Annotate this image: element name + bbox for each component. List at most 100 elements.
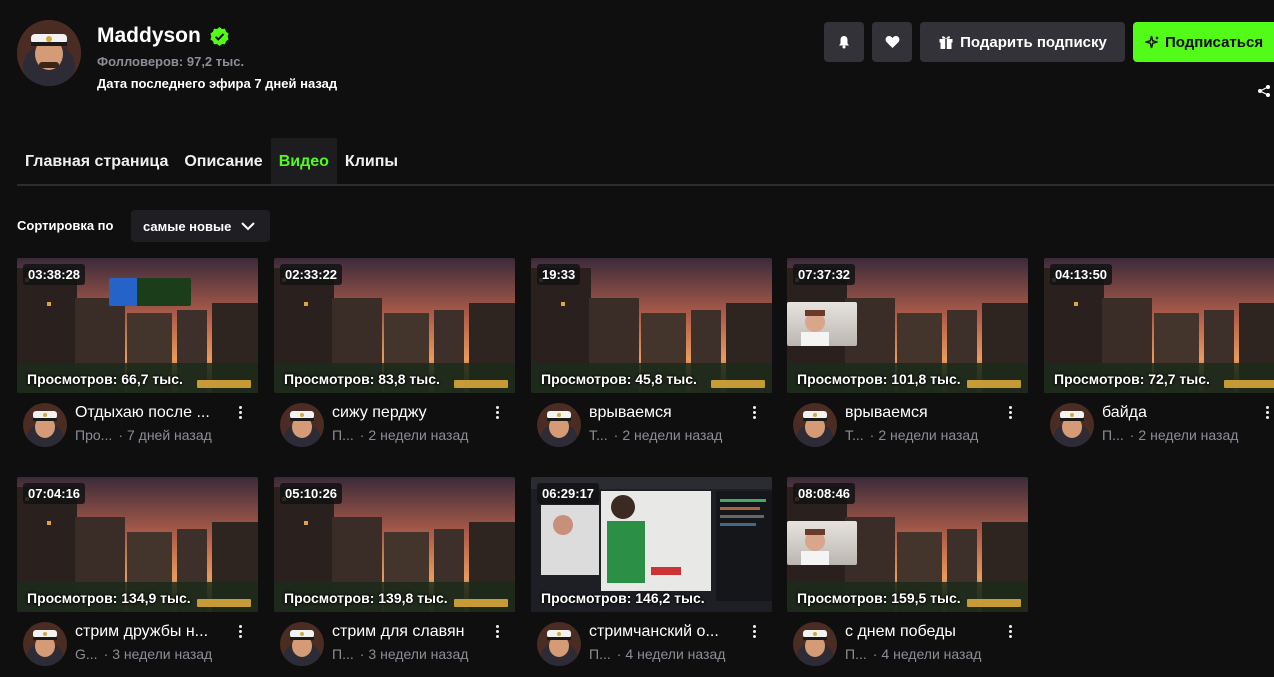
more-options-icon[interactable] xyxy=(492,404,502,420)
video-category[interactable]: П... xyxy=(332,427,354,443)
follow-button[interactable] xyxy=(872,22,912,62)
channel-avatar[interactable] xyxy=(23,403,67,447)
video-duration: 07:04:16 xyxy=(23,483,86,504)
video-title[interactable]: байда xyxy=(1102,404,1252,422)
video-views: Просмотров: 159,5 тыс. xyxy=(797,590,961,606)
more-options-icon[interactable] xyxy=(235,404,245,420)
video-duration: 06:29:17 xyxy=(537,483,600,504)
tab-about[interactable]: Описание xyxy=(176,138,270,186)
more-options-icon[interactable] xyxy=(235,623,245,639)
video-meta: Про... · 7 дней назад xyxy=(75,427,255,443)
sort-label: Сортировка по xyxy=(17,218,114,233)
subscribe-button[interactable]: Подписаться xyxy=(1133,22,1274,62)
video-age: 2 недели назад xyxy=(1138,427,1239,443)
video-title[interactable]: врываемся xyxy=(589,404,739,422)
more-options-icon[interactable] xyxy=(749,623,759,639)
meta-separator: · xyxy=(872,646,878,662)
share-icon[interactable] xyxy=(1257,84,1271,98)
meta-separator: · xyxy=(118,427,123,443)
video-thumbnail[interactable]: 19:33 Просмотров: 45,8 тыс. xyxy=(531,258,772,393)
video-duration: 07:37:32 xyxy=(793,264,856,285)
video-title[interactable]: сижу перджу xyxy=(332,404,482,422)
video-thumbnail[interactable]: 02:33:22 Просмотров: 83,8 тыс. xyxy=(274,258,515,393)
video-meta: П... · 2 недели назад xyxy=(332,427,512,443)
video-age: 2 недели назад xyxy=(622,427,723,443)
gift-subscription-button[interactable]: Подарить подписку xyxy=(920,22,1125,62)
channel-avatar[interactable] xyxy=(23,622,67,666)
video-thumbnail[interactable]: 05:10:26 Просмотров: 139,8 тыс. xyxy=(274,477,515,612)
webcam-overlay xyxy=(787,521,857,565)
stream-banner-image xyxy=(109,278,191,306)
video-title[interactable]: стрим для славян xyxy=(332,623,482,641)
channel-avatar[interactable] xyxy=(793,403,837,447)
more-options-icon[interactable] xyxy=(1005,404,1015,420)
video-category[interactable]: П... xyxy=(1102,427,1124,443)
video-thumbnail[interactable]: 03:38:28 Просмотров: 66,7 тыс. xyxy=(17,258,258,393)
channel-avatar[interactable] xyxy=(280,403,324,447)
video-category[interactable]: Про... xyxy=(75,427,112,443)
video-thumbnail[interactable]: 08:08:46 Просмотров: 159,5 тыс. xyxy=(787,477,1028,612)
tab-videos[interactable]: Видео xyxy=(270,138,337,186)
subscribe-label: Подписаться xyxy=(1165,33,1264,51)
video-category[interactable]: Т... xyxy=(589,427,608,443)
followers-count: Фолловеров: 97,2 тыс. xyxy=(97,54,245,69)
video-views: Просмотров: 45,8 тыс. xyxy=(541,371,697,387)
video-title[interactable]: с днем победы xyxy=(845,623,995,641)
video-age: 2 недели назад xyxy=(368,427,469,443)
channel-avatar[interactable] xyxy=(1050,403,1094,447)
tab-home[interactable]: Главная страница xyxy=(17,138,176,186)
channel-avatar[interactable] xyxy=(537,403,581,447)
video-duration: 03:38:28 xyxy=(23,264,86,285)
more-options-icon[interactable] xyxy=(1005,623,1015,639)
video-views: Просмотров: 134,9 тыс. xyxy=(27,590,191,606)
channel-name: Maddyson xyxy=(97,24,230,48)
video-thumbnail[interactable]: 07:04:16 Просмотров: 134,9 тыс. xyxy=(17,477,258,612)
video-title[interactable]: стрим дружбы н... xyxy=(75,623,225,641)
more-options-icon[interactable] xyxy=(1262,404,1272,420)
video-duration: 05:10:26 xyxy=(280,483,343,504)
chevron-down-icon xyxy=(241,221,256,230)
video-age: 3 недели назад xyxy=(368,646,469,662)
video-meta: П... · 3 недели назад xyxy=(332,646,512,662)
sort-dropdown[interactable]: самые новые xyxy=(131,210,270,242)
meta-separator: · xyxy=(613,427,619,443)
notifications-button[interactable] xyxy=(824,22,864,62)
tabs-divider xyxy=(17,184,1274,186)
video-meta: G... · 3 недели назад xyxy=(75,646,255,662)
video-category[interactable]: G... xyxy=(75,646,98,662)
video-meta: П... · 4 недели назад xyxy=(589,646,769,662)
video-thumbnail[interactable]: 06:29:17 Просмотров: 146,2 тыс. xyxy=(531,477,772,612)
video-title[interactable]: стримчанский о... xyxy=(589,623,739,641)
video-title[interactable]: Отдыхаю после ... xyxy=(75,404,225,422)
verified-icon xyxy=(209,26,230,47)
video-category[interactable]: Т... xyxy=(845,427,864,443)
meta-separator: · xyxy=(1129,427,1135,443)
channel-avatar[interactable] xyxy=(17,20,81,86)
video-category[interactable]: П... xyxy=(332,646,354,662)
video-title[interactable]: врываемся xyxy=(845,404,995,422)
video-thumbnail[interactable]: 04:13:50 Просмотров: 72,7 тыс. xyxy=(1044,258,1274,393)
video-views: Просмотров: 72,7 тыс. xyxy=(1054,371,1210,387)
video-age: 7 дней назад xyxy=(126,427,212,443)
video-views: Просмотров: 101,8 тыс. xyxy=(797,371,961,387)
video-category[interactable]: П... xyxy=(589,646,611,662)
video-duration: 19:33 xyxy=(537,264,581,285)
tab-clips[interactable]: Клипы xyxy=(337,138,406,186)
more-options-icon[interactable] xyxy=(492,623,502,639)
channel-avatar[interactable] xyxy=(793,622,837,666)
video-age: 2 недели назад xyxy=(878,427,979,443)
video-category[interactable]: П... xyxy=(845,646,867,662)
video-duration: 08:08:46 xyxy=(793,483,856,504)
last-stream-info: Дата последнего эфира 7 дней назад xyxy=(97,76,338,91)
meta-separator: · xyxy=(869,427,875,443)
channel-tabs: Главная страница Описание Видео Клипы xyxy=(17,138,406,186)
video-meta: Т... · 2 недели назад xyxy=(845,427,1025,443)
channel-avatar[interactable] xyxy=(280,622,324,666)
gift-subscription-label: Подарить подписку xyxy=(960,33,1107,51)
video-meta: Т... · 2 недели назад xyxy=(589,427,769,443)
video-thumbnail[interactable]: 07:37:32 Просмотров: 101,8 тыс. xyxy=(787,258,1028,393)
channel-avatar[interactable] xyxy=(537,622,581,666)
meta-separator: · xyxy=(359,427,365,443)
more-options-icon[interactable] xyxy=(749,404,759,420)
sparkle-icon xyxy=(1145,35,1159,49)
